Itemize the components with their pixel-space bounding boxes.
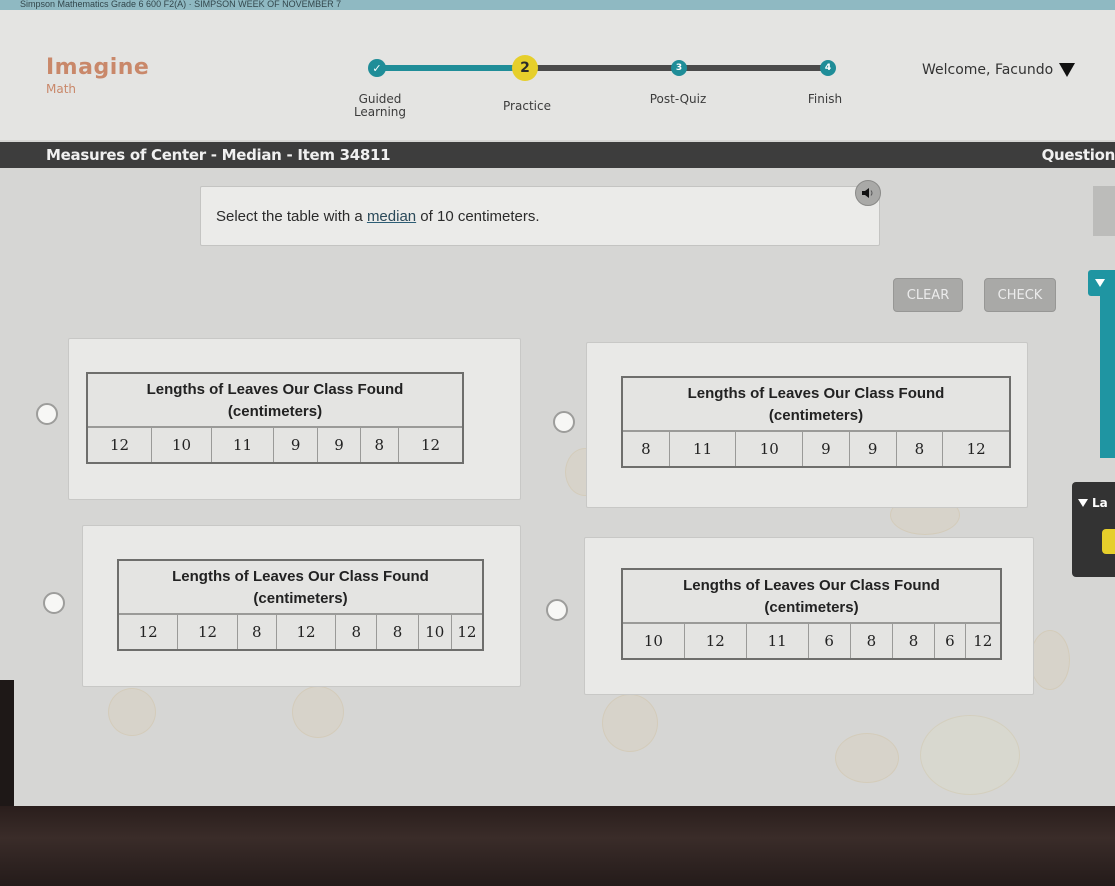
table-unit: (centimeters) bbox=[764, 599, 859, 616]
table-cell: 10 bbox=[623, 624, 685, 658]
item-title: Measures of Center - Median - Item 34811 bbox=[46, 146, 391, 164]
table-unit: (centimeters) bbox=[253, 590, 348, 607]
side-panel-toggle[interactable] bbox=[1088, 270, 1115, 296]
table-cell: 9 bbox=[274, 428, 319, 462]
user-menu[interactable]: Welcome, Facundo bbox=[922, 62, 1076, 78]
question-prompt: Select the table with a median of 10 cen… bbox=[200, 186, 880, 246]
prompt-text: Select the table with a median of 10 cen… bbox=[216, 208, 540, 225]
table-cell: 8 bbox=[893, 624, 936, 658]
background-decoration bbox=[1030, 630, 1070, 690]
screen-edge bbox=[0, 680, 14, 806]
table-cell: 9 bbox=[850, 432, 897, 466]
option-2-radio[interactable] bbox=[553, 411, 575, 433]
step-label-guided-learning: Guided Learning bbox=[345, 93, 415, 119]
option-3-table: Lengths of Leaves Our Class Found (centi… bbox=[117, 559, 484, 651]
table-cell: 8 bbox=[377, 615, 419, 649]
side-panel-tools bbox=[1100, 280, 1115, 458]
table-title: Lengths of Leaves Our Class Found bbox=[683, 577, 940, 594]
table-cell: 12 bbox=[457, 623, 477, 641]
speaker-icon bbox=[862, 188, 873, 198]
step-label-finish: Finish bbox=[807, 92, 843, 106]
table-cell: 6 bbox=[935, 624, 966, 658]
table-cell: 6 bbox=[809, 624, 851, 658]
table-row: 8 11 10 9 9 8 12 bbox=[623, 432, 1009, 466]
table-row: 12 12 8 12 8 8 10 12 bbox=[119, 615, 482, 649]
app-screen: Simpson Mathematics Grade 6 600 F2(A) · … bbox=[0, 0, 1115, 806]
table-cell: 10 bbox=[419, 615, 452, 649]
table-cell: 10 bbox=[736, 432, 804, 466]
table-title: Lengths of Leaves Our Class Found bbox=[172, 568, 429, 585]
table-cell: 9 bbox=[803, 432, 850, 466]
side-panel-collapsed[interactable]: La bbox=[1072, 482, 1115, 577]
triangle-down-icon bbox=[1078, 499, 1088, 507]
prompt-text-after: of 10 centimeters. bbox=[416, 208, 540, 225]
table-cell: 12 bbox=[88, 428, 152, 462]
side-panel-label-text: La bbox=[1092, 496, 1108, 510]
clear-button[interactable]: CLEAR bbox=[893, 278, 963, 312]
table-cell: 10 bbox=[152, 428, 212, 462]
check-button[interactable]: CHECK bbox=[984, 278, 1056, 312]
table-cell: 12 bbox=[966, 440, 986, 458]
step-finish-marker[interactable]: 4 bbox=[820, 60, 836, 76]
audio-speaker-button[interactable] bbox=[855, 180, 881, 206]
table-title: Lengths of Leaves Our Class Found bbox=[687, 385, 945, 402]
table-cell: 8 bbox=[336, 615, 378, 649]
background-decoration bbox=[292, 686, 344, 738]
table-cell: 12 bbox=[119, 615, 179, 649]
table-cell: 12 bbox=[685, 624, 747, 658]
table-cell: 11 bbox=[212, 428, 274, 462]
table-cell: 8 bbox=[238, 615, 277, 649]
step-practice-marker[interactable]: 2 bbox=[512, 55, 538, 81]
option-1-radio[interactable] bbox=[36, 403, 58, 425]
background-decoration bbox=[835, 733, 899, 783]
prompt-text-before: Select the table with a bbox=[216, 208, 367, 225]
table-title: Lengths of Leaves Our Class Found bbox=[146, 381, 404, 398]
table-header: Lengths of Leaves Our Class Found (centi… bbox=[623, 570, 1000, 624]
table-cell: 12 bbox=[277, 615, 337, 649]
table-cell: 11 bbox=[670, 432, 737, 466]
glossary-link-median[interactable]: median bbox=[367, 208, 416, 225]
step-label-practice: Practice bbox=[503, 99, 551, 113]
side-tab-placeholder bbox=[1093, 186, 1115, 236]
side-panel-yellow-button[interactable] bbox=[1102, 529, 1115, 554]
table-cell: 8 bbox=[623, 432, 670, 466]
table-cell: 8 bbox=[361, 428, 400, 462]
table-cell: 12 bbox=[178, 615, 238, 649]
table-header: Lengths of Leaves Our Class Found (centi… bbox=[119, 561, 482, 615]
table-row: 12 10 11 9 9 8 12 bbox=[88, 428, 462, 462]
table-cell: 11 bbox=[747, 624, 809, 658]
step-label-line: Learning bbox=[353, 105, 407, 119]
background-decoration bbox=[920, 715, 1020, 795]
step-label-post-quiz: Post-Quiz bbox=[649, 92, 707, 106]
table-header: Lengths of Leaves Our Class Found (centi… bbox=[623, 378, 1009, 432]
table-cell: 12 bbox=[420, 436, 441, 454]
option-1-table: Lengths of Leaves Our Class Found (centi… bbox=[86, 372, 464, 464]
item-titlebar: Measures of Center - Median - Item 34811… bbox=[0, 142, 1115, 168]
option-2-table: Lengths of Leaves Our Class Found (centi… bbox=[621, 376, 1011, 468]
welcome-text: Welcome, Facundo bbox=[922, 62, 1054, 78]
item-mode-label: Question bbox=[1041, 146, 1115, 164]
table-cell: 8 bbox=[897, 432, 944, 466]
background-decoration bbox=[108, 688, 156, 736]
option-3-radio[interactable] bbox=[43, 592, 65, 614]
step-post-quiz-marker[interactable]: 3 bbox=[671, 60, 687, 76]
table-row: 10 12 11 6 8 8 6 12 bbox=[623, 624, 1000, 658]
table-header: Lengths of Leaves Our Class Found (centi… bbox=[88, 374, 462, 428]
progress-track-complete bbox=[380, 65, 525, 71]
monitor-bezel bbox=[0, 806, 1115, 886]
table-cell: 8 bbox=[851, 624, 893, 658]
step-guided-learning-check-icon[interactable]: ✓ bbox=[368, 59, 386, 77]
triangle-down-icon bbox=[1095, 279, 1105, 287]
option-4-table: Lengths of Leaves Our Class Found (centi… bbox=[621, 568, 1002, 660]
option-4-radio[interactable] bbox=[546, 599, 568, 621]
table-unit: (centimeters) bbox=[768, 407, 864, 424]
table-cell: 9 bbox=[318, 428, 361, 462]
table-unit: (centimeters) bbox=[227, 403, 323, 420]
table-cell: 12 bbox=[973, 632, 993, 650]
background-decoration bbox=[602, 694, 658, 752]
side-panel-label: La bbox=[1078, 496, 1108, 510]
caret-down-icon bbox=[1059, 63, 1076, 77]
